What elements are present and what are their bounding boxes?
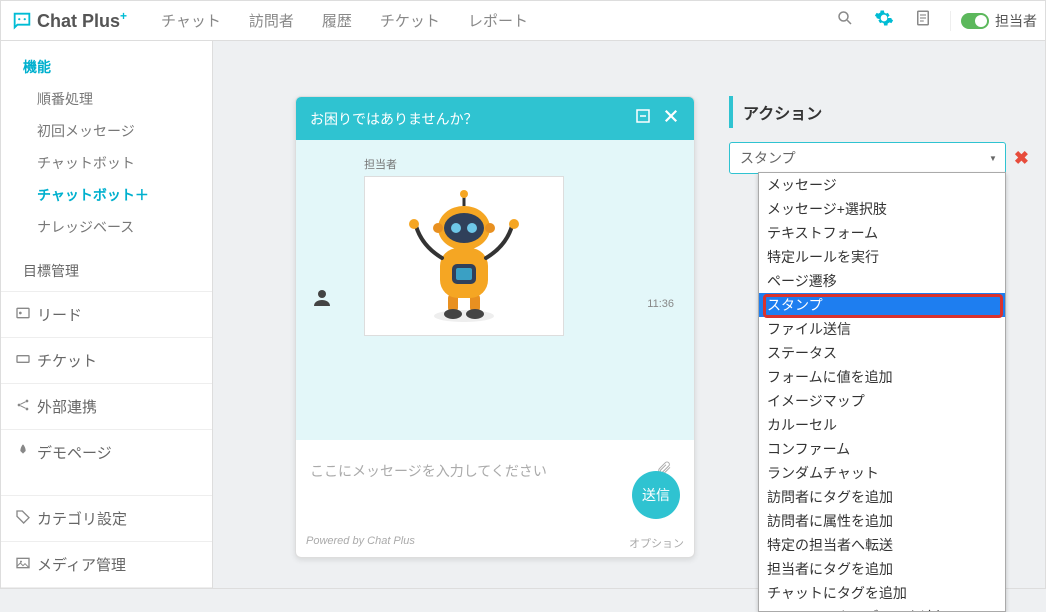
- logo[interactable]: Chat Plus+: [11, 9, 127, 32]
- dropdown-option[interactable]: チャットにタグを追加: [759, 581, 1005, 605]
- close-icon[interactable]: [662, 107, 680, 130]
- msg-timestamp: 11:36: [647, 298, 674, 310]
- dropdown-option[interactable]: ページ遷移: [759, 269, 1005, 293]
- nav-history[interactable]: 履歴: [322, 10, 352, 31]
- dropdown-option[interactable]: フォームに値を追加: [759, 365, 1005, 389]
- sidebar-item-chatbotplus[interactable]: チャットボット＋: [1, 179, 212, 211]
- main: 機能 順番処理 初回メッセージ チャットボット チャットボット＋ ナレッジベース…: [1, 41, 1045, 588]
- dropdown-option[interactable]: カルーセル: [759, 413, 1005, 437]
- action-dropdown[interactable]: メッセージメッセージ+選択肢テキストフォーム特定ルールを実行ページ遷移スタンプフ…: [758, 172, 1006, 612]
- status-label: 担当者: [995, 11, 1037, 31]
- action-panel: アクション スタンプ ✖: [729, 96, 1029, 174]
- status-toggle[interactable]: 担当者: [950, 11, 1037, 31]
- chat-input-area: ここにメッセージを入力してください 送信: [296, 440, 694, 529]
- dropdown-option[interactable]: メッセージ+選択肢: [759, 197, 1005, 221]
- powered-by: Powered by Chat Plus: [306, 535, 629, 551]
- dropdown-option[interactable]: スタンプ: [759, 293, 1005, 317]
- sidebar-group-lead[interactable]: リード: [1, 291, 212, 337]
- gear-icon[interactable]: [864, 8, 904, 33]
- msg-sender: 担当者: [364, 156, 684, 172]
- lead-icon: [15, 305, 37, 325]
- nav-ticket[interactable]: チケット: [380, 10, 440, 31]
- tag-icon: [15, 509, 37, 529]
- image-icon: [15, 555, 37, 575]
- dropdown-option[interactable]: テキストフォーム: [759, 221, 1005, 245]
- option-link[interactable]: オプション: [629, 535, 684, 551]
- rocket-icon: [15, 443, 37, 463]
- dropdown-option[interactable]: ランダムチャット: [759, 461, 1005, 485]
- dropdown-option[interactable]: チャットにカテゴリーを追加: [759, 605, 1005, 612]
- dropdown-option[interactable]: 訪問者にタグを追加: [759, 485, 1005, 509]
- nav-visitors[interactable]: 訪問者: [249, 10, 294, 31]
- sidebar-group-functions[interactable]: 機能: [1, 51, 212, 83]
- chat-header: お困りではありませんか？: [296, 97, 694, 140]
- top-header: Chat Plus+ チャット 訪問者 履歴 チケット レポート 担当者: [1, 1, 1045, 41]
- dropdown-option[interactable]: 担当者にタグを追加: [759, 557, 1005, 581]
- share-icon: [15, 397, 37, 417]
- content-area: お困りではありませんか？ 担当者: [213, 41, 1045, 588]
- sidebar-group-demo[interactable]: デモページ: [1, 429, 212, 475]
- sidebar-item-goal[interactable]: 目標管理: [1, 251, 212, 291]
- sidebar-group-integration[interactable]: 外部連携: [1, 383, 212, 429]
- remove-action-icon[interactable]: ✖: [1014, 148, 1029, 169]
- sidebar-group-template[interactable]: 定型文管理: [1, 587, 212, 588]
- sidebar-item-firstmsg[interactable]: 初回メッセージ: [1, 115, 212, 147]
- sidebar-item-order[interactable]: 順番処理: [1, 83, 212, 115]
- dropdown-option[interactable]: メッセージ: [759, 173, 1005, 197]
- sidebar-item-knowledge[interactable]: ナレッジベース: [1, 211, 212, 243]
- minimize-icon[interactable]: [634, 107, 652, 130]
- nav-report[interactable]: レポート: [468, 10, 528, 31]
- dropdown-option[interactable]: ステータス: [759, 341, 1005, 365]
- action-select[interactable]: スタンプ: [729, 142, 1006, 174]
- send-button[interactable]: 送信: [632, 471, 680, 519]
- sidebar-group-category[interactable]: カテゴリ設定: [1, 495, 212, 541]
- sidebar: 機能 順番処理 初回メッセージ チャットボット チャットボット＋ ナレッジベース…: [1, 41, 213, 588]
- nav-chat[interactable]: チャット: [161, 10, 221, 31]
- chat-footer: Powered by Chat Plus オプション: [296, 529, 694, 557]
- avatar-icon: [310, 286, 334, 316]
- document-icon[interactable]: [904, 9, 942, 32]
- stamp-image: [364, 176, 564, 336]
- chat-preview: お困りではありませんか？ 担当者: [295, 96, 695, 558]
- toggle-icon: [961, 13, 989, 29]
- dropdown-option[interactable]: 特定ルールを実行: [759, 245, 1005, 269]
- robot-icon: [404, 186, 524, 326]
- search-icon[interactable]: [826, 9, 864, 32]
- sidebar-item-chatbot[interactable]: チャットボット: [1, 147, 212, 179]
- sidebar-group-ticket[interactable]: チケット: [1, 337, 212, 383]
- chat-title: お困りではありませんか？: [310, 109, 634, 129]
- dropdown-option[interactable]: 訪問者に属性を追加: [759, 509, 1005, 533]
- dropdown-option[interactable]: ファイル送信: [759, 317, 1005, 341]
- action-title: アクション: [729, 96, 1029, 128]
- dropdown-option[interactable]: イメージマップ: [759, 389, 1005, 413]
- chat-input[interactable]: ここにメッセージを入力してください: [310, 461, 656, 481]
- logo-icon: [11, 10, 33, 32]
- ticket-icon: [15, 351, 37, 371]
- sidebar-group-media[interactable]: メディア管理: [1, 541, 212, 587]
- dropdown-option[interactable]: 特定の担当者へ転送: [759, 533, 1005, 557]
- dropdown-option[interactable]: コンファーム: [759, 437, 1005, 461]
- header-right: 担当者: [826, 8, 1045, 33]
- chat-body: 担当者: [296, 140, 694, 440]
- logo-text: Chat Plus+: [37, 9, 127, 32]
